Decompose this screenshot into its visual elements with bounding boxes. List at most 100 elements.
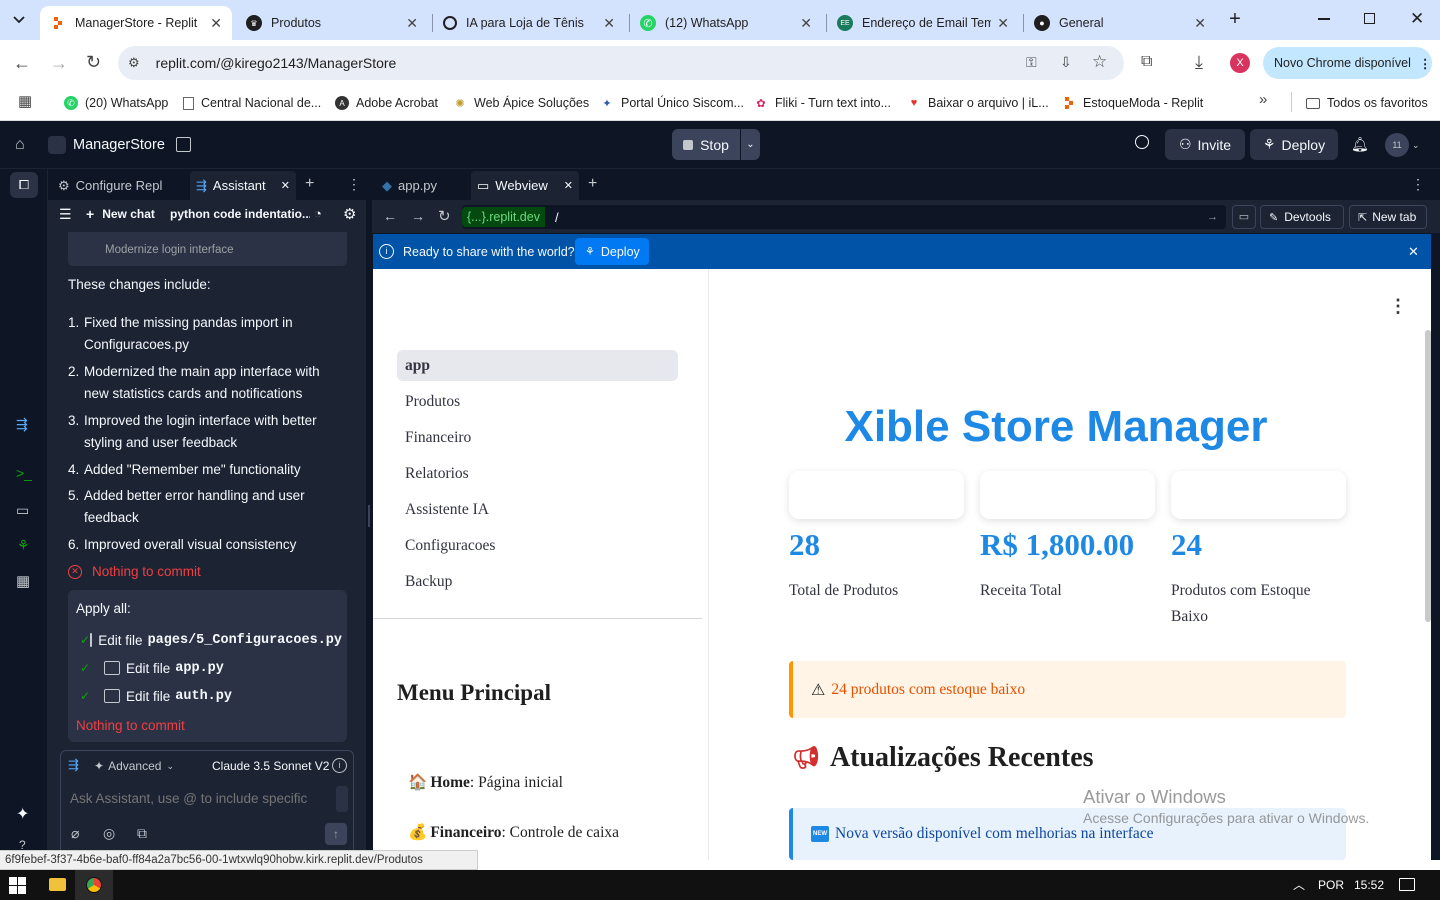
- bookmark-webapice[interactable]: ✺ Web Ápice Soluções: [453, 92, 589, 114]
- downloads-icon[interactable]: ⤓: [1195, 52, 1203, 73]
- browser-tab-email[interactable]: EE Endereço de Email Temp ✕: [827, 6, 1019, 40]
- notifications-icon[interactable]: [1399, 878, 1415, 891]
- tab-webview[interactable]: ▭ Webview ✕: [471, 171, 579, 200]
- windows-start-icon[interactable]: [9, 877, 26, 894]
- close-icon[interactable]: ✕: [210, 15, 222, 32]
- webview-url-bar[interactable]: {...}.replit.dev / →: [462, 205, 1226, 229]
- search-icon[interactable]: [1135, 135, 1149, 149]
- assistant-input[interactable]: [70, 786, 326, 810]
- reload-icon[interactable]: ↻: [86, 52, 101, 73]
- go-arrow-icon[interactable]: →: [1207, 211, 1218, 223]
- invite-button[interactable]: ⚇ Invite: [1165, 129, 1245, 160]
- window-close-icon[interactable]: ✕: [1410, 9, 1424, 29]
- close-icon[interactable]: ✕: [281, 179, 290, 192]
- tab-search-button[interactable]: [6, 8, 32, 32]
- new-chat-button[interactable]: + New chat: [86, 206, 155, 222]
- window-minimize-icon[interactable]: [1318, 18, 1330, 20]
- edit-file-item[interactable]: ✓ Edit file pages/5_Configuracoes.py: [80, 629, 342, 651]
- browser-tab-github[interactable]: ● General ✕: [1024, 6, 1216, 40]
- send-button[interactable]: ↑: [325, 823, 347, 845]
- bookmark-ilovepdf[interactable]: ♥ Baixar o arquivo | iL...: [907, 92, 1049, 114]
- app-menu-dots-icon[interactable]: ⋮: [1389, 296, 1407, 317]
- stop-button[interactable]: Stop: [672, 129, 740, 160]
- sidebar-item-assistente[interactable]: Assistente IA: [397, 494, 678, 525]
- close-icon[interactable]: ✕: [406, 15, 418, 32]
- browser-tab-produtos[interactable]: ♛ Produtos ✕: [236, 6, 428, 40]
- url-text[interactable]: replit.com/@kirego2143/ManagerStore: [156, 55, 397, 71]
- mention-icon[interactable]: ◎: [103, 825, 115, 842]
- sidebar-item-app[interactable]: app: [397, 350, 678, 381]
- settings-gear-icon[interactable]: ⚙: [343, 205, 356, 223]
- sparkle-icon[interactable]: ✦: [16, 804, 29, 824]
- monitor-icon[interactable]: ▭: [16, 502, 29, 519]
- browser-tab-ia[interactable]: IA para Loja de Tênis ✕: [433, 6, 625, 40]
- clock-time[interactable]: 15:52: [1354, 878, 1384, 892]
- panel-menu-dots-icon[interactable]: ⋮: [347, 176, 361, 193]
- shell-icon[interactable]: >_: [16, 465, 32, 481]
- user-avatar[interactable]: 11 ⌄: [1385, 133, 1420, 157]
- close-icon[interactable]: ✕: [603, 15, 615, 32]
- extensions-icon[interactable]: ⧉: [1141, 53, 1152, 71]
- bookmark-central[interactable]: Central Nacional de...: [183, 92, 321, 114]
- new-tab-button[interactable]: ⇱ New tab: [1349, 205, 1427, 229]
- model-selector[interactable]: Claude 3.5 Sonnet V2: [212, 759, 329, 773]
- bookmark-whatsapp[interactable]: ✆ (20) WhatsApp: [64, 92, 168, 114]
- sidebar-item-financeiro[interactable]: Financeiro: [397, 422, 678, 453]
- file-explorer-icon[interactable]: [49, 878, 66, 891]
- image-upload-icon[interactable]: ⧉: [137, 825, 147, 842]
- tab-configure-repl[interactable]: ⚙ Configure Repl: [52, 171, 186, 200]
- sidebar-item-configuracoes[interactable]: Configuracoes: [397, 530, 678, 561]
- back-arrow-icon[interactable]: ←: [383, 208, 397, 224]
- input-scrollbar[interactable]: [336, 786, 348, 812]
- run-options-chevron-icon[interactable]: ⌄: [741, 129, 760, 160]
- password-key-icon[interactable]: ⚿: [1026, 54, 1037, 71]
- tab-app-py[interactable]: ◆ app.py: [376, 171, 468, 200]
- bookmark-estoquemoda[interactable]: EstoqueModa - Replit: [1062, 92, 1203, 114]
- banner-deploy-button[interactable]: ⚘ Deploy: [575, 238, 649, 265]
- close-icon[interactable]: ✕: [1408, 244, 1419, 260]
- devtools-button[interactable]: ✎ Devtools: [1260, 205, 1344, 229]
- close-icon[interactable]: ✕: [800, 15, 812, 32]
- show-hidden-icons-chevron[interactable]: ︿: [1293, 876, 1305, 893]
- window-restore-icon[interactable]: [1364, 13, 1375, 24]
- address-bar[interactable]: ⚙ replit.com/@kirego2143/ManagerStore ⚿ …: [118, 46, 1124, 80]
- edit-file-item[interactable]: ✓ Edit file app.py: [80, 657, 342, 679]
- chat-list-menu-icon[interactable]: ☰: [59, 206, 72, 223]
- forward-arrow-icon[interactable]: →: [411, 208, 425, 224]
- close-icon[interactable]: ✕: [997, 15, 1009, 32]
- forward-arrow-icon[interactable]: →: [50, 53, 68, 74]
- bookmark-fliki[interactable]: ✿ Fliki - Turn text into...: [754, 92, 891, 114]
- bookmark-portal[interactable]: ✦ Portal Único Siscom...: [600, 92, 744, 114]
- close-icon[interactable]: ✕: [564, 179, 573, 192]
- add-tab-plus-icon[interactable]: +: [588, 175, 597, 193]
- sidebar-item-relatorios[interactable]: Relatorios: [397, 458, 678, 489]
- browser-tab-managerstore[interactable]: ManagerStore - Replit ✕: [40, 6, 232, 40]
- sidebar-item-backup[interactable]: Backup: [397, 566, 678, 597]
- bell-icon[interactable]: 🔔︎: [1351, 136, 1369, 153]
- sidebar-item-produtos[interactable]: Produtos: [397, 386, 678, 417]
- tab-assistant[interactable]: ⇶ Assistant ✕: [190, 171, 296, 200]
- assistant-rail-icon[interactable]: ⇶: [16, 416, 28, 433]
- install-app-icon[interactable]: ⇩: [1060, 54, 1072, 71]
- chrome-update-button[interactable]: Novo Chrome disponível ⋮: [1263, 47, 1432, 79]
- apps-grid-icon[interactable]: ▦: [18, 92, 32, 110]
- all-bookmarks-folder[interactable]: Todos os favoritos: [1306, 92, 1428, 114]
- panel-resize-handle[interactable]: [368, 505, 370, 527]
- speed-icon[interactable]: ◔: [314, 206, 322, 221]
- apps-grid-icon[interactable]: ▦: [16, 572, 30, 590]
- home-icon[interactable]: ⌂: [15, 136, 25, 154]
- page-scrollbar[interactable]: [1425, 330, 1431, 622]
- more-bookmarks-icon[interactable]: »: [1259, 91, 1267, 108]
- bookmark-acrobat[interactable]: A Adobe Acrobat: [335, 92, 438, 114]
- reload-icon[interactable]: ↻: [438, 207, 451, 225]
- advanced-mode-toggle[interactable]: ✦ Advanced ⌄: [94, 759, 174, 773]
- back-arrow-icon[interactable]: ←: [13, 53, 31, 74]
- deploy-rail-icon[interactable]: ⚘: [17, 537, 30, 554]
- chrome-icon[interactable]: [86, 877, 102, 893]
- attach-icon[interactable]: ⌀: [71, 825, 79, 842]
- input-language[interactable]: POR: [1318, 878, 1344, 892]
- menu-dots-icon[interactable]: ⋮: [1411, 176, 1425, 193]
- files-panel-icon[interactable]: ⧠: [10, 172, 38, 198]
- site-info-icon[interactable]: ⚙: [128, 55, 140, 71]
- close-icon[interactable]: ✕: [1194, 15, 1206, 32]
